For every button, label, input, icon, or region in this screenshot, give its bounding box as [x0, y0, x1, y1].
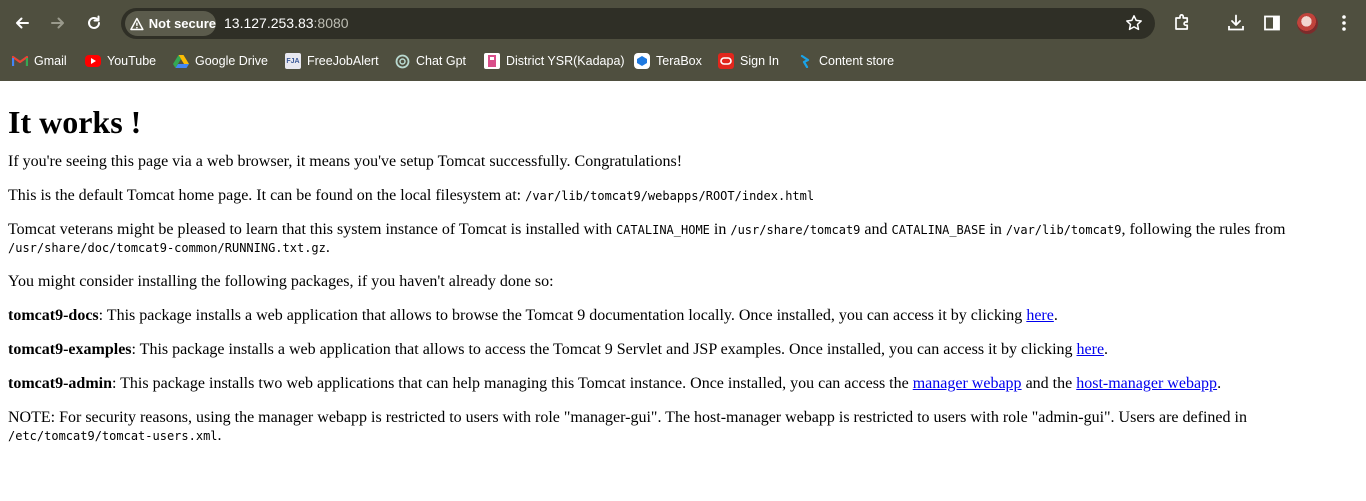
- url-host: 13.127.253.83: [224, 15, 314, 31]
- admin-package-name: tomcat9-admin: [8, 375, 112, 392]
- back-arrow-icon: [16, 17, 29, 29]
- default-home-text: This is the default Tomcat home page. It…: [8, 187, 526, 204]
- chatgpt-icon: [394, 53, 410, 69]
- bookmark-terabox[interactable]: TeraBox: [634, 52, 702, 70]
- back-button[interactable]: [10, 11, 34, 35]
- admin-package-text: and the: [1021, 375, 1077, 392]
- catalina-home-path: /usr/share/tomcat9: [730, 223, 861, 237]
- bookmark-freejobalert[interactable]: FJA FreeJobAlert: [285, 52, 379, 70]
- bookmark-sign-in[interactable]: Sign In: [718, 52, 779, 70]
- bookmarks-bar: Gmail YouTube Google Drive FJA FreeJobAl…: [0, 47, 1366, 75]
- bookmark-gmail[interactable]: Gmail: [12, 52, 67, 70]
- bookmark-label: FreeJobAlert: [307, 54, 379, 68]
- veterans-text: , following the rules from: [1121, 221, 1286, 238]
- security-label: Not secure: [148, 16, 216, 31]
- profile-avatar[interactable]: [1297, 13, 1318, 34]
- veterans-text: Tomcat veterans might be pleased to lear…: [8, 221, 616, 238]
- bookmark-youtube[interactable]: YouTube: [85, 52, 156, 70]
- reload-icon: [88, 15, 100, 29]
- bookmark-label: Google Drive: [195, 54, 268, 68]
- puzzle-icon: [1175, 14, 1189, 30]
- veterans-paragraph: Tomcat veterans might be pleased to lear…: [8, 221, 1358, 257]
- period: .: [1053, 307, 1058, 324]
- examples-package-paragraph: tomcat9-examples: This package installs …: [8, 341, 1358, 359]
- period: .: [1217, 375, 1222, 392]
- warning-icon: [130, 17, 144, 30]
- examples-package-name: tomcat9-examples: [8, 341, 132, 358]
- tomcat-users-path: /etc/tomcat9/tomcat-users.xml: [8, 429, 218, 443]
- period: .: [217, 427, 222, 444]
- admin-package-text: : This package installs two web applicat…: [111, 375, 913, 392]
- veterans-text: in: [709, 221, 731, 238]
- bookmark-label: Chat Gpt: [416, 54, 467, 68]
- terabox-icon: [634, 53, 650, 69]
- url-text[interactable]: 13.127.253.83:8080: [224, 15, 349, 31]
- bookmark-label: Content store: [819, 54, 895, 68]
- google-drive-icon: [173, 53, 189, 69]
- page-title: It works !: [8, 104, 142, 140]
- browser-chrome: Not secure 13.127.253.83:8080 Gmail YouT…: [0, 0, 1366, 81]
- veterans-text: in: [985, 221, 1006, 238]
- bookmark-content-store[interactable]: Content store: [797, 52, 894, 70]
- bookmark-district[interactable]: District YSR(Kadapa): [484, 52, 625, 70]
- bookmark-label: TeraBox: [656, 54, 702, 68]
- note-text: NOTE: For security reasons, using the ma…: [8, 409, 1247, 426]
- catalina-home-var: CATALINA_HOME: [615, 223, 710, 237]
- bookmark-label: YouTube: [107, 54, 157, 68]
- packages-intro-paragraph: You might consider installing the follow…: [8, 273, 1358, 291]
- forward-button[interactable]: [46, 11, 70, 35]
- docs-package-name: tomcat9-docs: [8, 307, 99, 324]
- address-bar[interactable]: Not secure 13.127.253.83:8080: [121, 8, 1155, 39]
- security-chip[interactable]: Not secure: [125, 11, 216, 36]
- bookmark-label: District YSR(Kadapa): [506, 54, 625, 68]
- note-paragraph: NOTE: For security reasons, using the ma…: [8, 409, 1358, 445]
- bookmark-label: Gmail: [34, 54, 67, 68]
- veterans-text: and: [860, 221, 892, 238]
- gmail-icon: [12, 53, 28, 69]
- youtube-icon: [85, 55, 101, 67]
- more-vert-icon: [1342, 15, 1346, 31]
- forward-arrow-icon: [51, 17, 64, 29]
- catalina-base-path: /var/lib/tomcat9: [1005, 223, 1122, 237]
- bookmark-star-button[interactable]: [1125, 14, 1143, 37]
- docs-package-paragraph: tomcat9-docs: This package installs a we…: [8, 307, 1358, 325]
- download-icon: [1228, 14, 1244, 31]
- browser-toolbar: Not secure 13.127.253.83:8080: [0, 0, 1366, 47]
- extensions-button[interactable]: [1171, 12, 1193, 34]
- period: .: [1104, 341, 1109, 358]
- menu-button[interactable]: [1333, 12, 1355, 34]
- intro-text: If you're seeing this page via a web bro…: [8, 153, 683, 170]
- examples-package-text: : This package installs a web applicatio…: [131, 341, 1077, 358]
- bookmark-label: Sign In: [740, 54, 779, 68]
- docs-package-text: : This package installs a web applicatio…: [98, 307, 1027, 324]
- manager-webapp-link[interactable]: manager webapp: [913, 375, 1022, 392]
- admin-package-paragraph: tomcat9-admin: This package installs two…: [8, 375, 1358, 393]
- catalina-base-var: CATALINA_BASE: [891, 223, 986, 237]
- district-icon: [484, 53, 500, 69]
- side-panel-icon: [1264, 15, 1280, 31]
- docs-here-link[interactable]: here: [1026, 307, 1054, 324]
- host-manager-webapp-link[interactable]: host-manager webapp: [1076, 375, 1217, 392]
- default-home-paragraph: This is the default Tomcat home page. It…: [8, 187, 1358, 205]
- star-icon: [1126, 15, 1142, 31]
- downloads-button[interactable]: [1225, 12, 1247, 34]
- page-content: It works ! If you're seeing this page vi…: [8, 81, 1358, 445]
- bookmark-chatgpt[interactable]: Chat Gpt: [394, 52, 466, 70]
- url-port: :8080: [313, 15, 349, 31]
- period: .: [325, 239, 330, 256]
- running-txt-path: /usr/share/doc/tomcat9-common/RUNNING.tx…: [8, 241, 326, 255]
- examples-here-link[interactable]: here: [1077, 341, 1105, 358]
- freejobalert-icon: FJA: [285, 53, 301, 69]
- packages-intro-text: You might consider installing the follow…: [8, 273, 554, 290]
- intro-paragraph: If you're seeing this page via a web bro…: [8, 153, 1358, 171]
- index-path: /var/lib/tomcat9/webapps/ROOT/index.html: [525, 189, 815, 203]
- content-store-icon: [797, 53, 813, 69]
- reload-button[interactable]: [82, 11, 106, 35]
- oracle-icon: [718, 53, 734, 69]
- bookmark-google-drive[interactable]: Google Drive: [173, 52, 268, 70]
- side-panel-button[interactable]: [1261, 12, 1283, 34]
